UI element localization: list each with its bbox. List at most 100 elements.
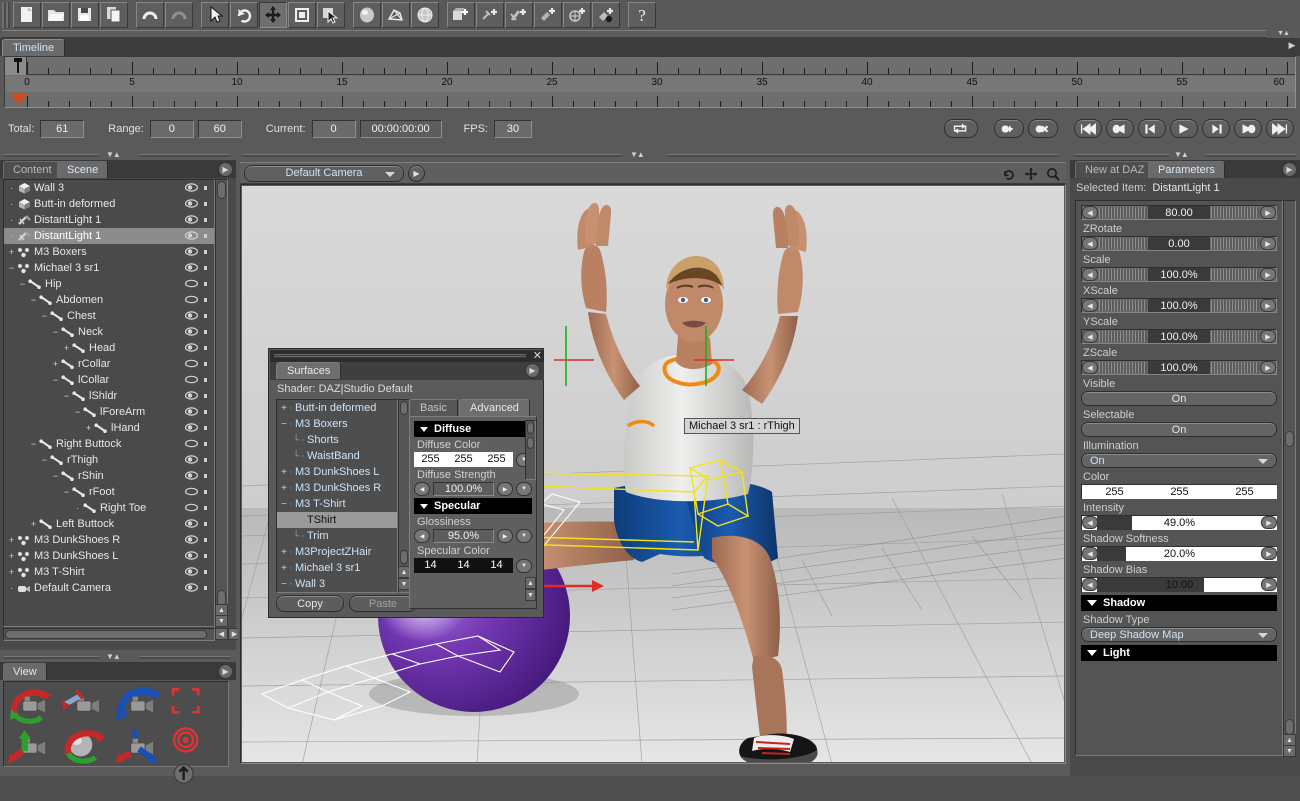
- scene-tree-item[interactable]: − rShin: [4, 468, 214, 484]
- slider-decrement-icon[interactable]: ◀: [1082, 516, 1098, 529]
- parameter-value[interactable]: 80.00: [1148, 206, 1210, 219]
- surfaces-tree[interactable]: + · Butt-in deformed − · M3 Boxers └ · Shorts └ · W…: [276, 399, 398, 593]
- tree-expander-icon[interactable]: +: [7, 535, 16, 545]
- parameter-slider-bar[interactable]: ◀ 10.00 ▶: [1081, 577, 1277, 592]
- slider-track-right[interactable]: [1211, 300, 1259, 311]
- parameter-value[interactable]: 100.0%: [1148, 361, 1210, 374]
- scale-tool-button[interactable]: [288, 2, 316, 28]
- parameter-value[interactable]: 100.0%: [1148, 299, 1210, 312]
- eye-open-icon[interactable]: [184, 343, 199, 352]
- scene-tree-item[interactable]: − Hip: [4, 276, 214, 292]
- scene-tree-item[interactable]: − lForeArm: [4, 404, 214, 420]
- surface-tree-item[interactable]: └·cube1_auv: [277, 592, 397, 593]
- aim-camera-button[interactable]: [170, 760, 216, 801]
- tab-new-at-daz[interactable]: New at DAZ: [1075, 161, 1155, 178]
- previous-frame-button[interactable]: [1138, 119, 1166, 138]
- scene-tree-item[interactable]: · DistantLight 1: [4, 212, 214, 228]
- texture-shaded-button[interactable]: [411, 2, 439, 28]
- view-panel-drag-handle[interactable]: ▼▲: [0, 652, 236, 662]
- visibility-toggle[interactable]: [184, 439, 199, 451]
- eye-closed-icon[interactable]: [184, 503, 199, 512]
- tree-expander-icon[interactable]: ·: [7, 199, 16, 209]
- tree-expander-icon[interactable]: −: [73, 407, 82, 417]
- slider-decrement-icon[interactable]: ◀: [414, 482, 430, 496]
- tab-scene[interactable]: Scene: [57, 161, 109, 178]
- slider-dropdown-icon[interactable]: ▼: [516, 529, 532, 543]
- surface-tree-item[interactable]: + · M3ProjectZHair: [277, 544, 397, 560]
- surface-tree-item[interactable]: − · M3 Boxers: [277, 416, 397, 432]
- tree-expander-icon[interactable]: +: [7, 247, 16, 257]
- param-dot-icon[interactable]: [204, 266, 207, 270]
- tree-expander-icon[interactable]: ·: [7, 231, 16, 241]
- tree-expander-icon[interactable]: └: [291, 531, 301, 542]
- translate-tool-button[interactable]: [259, 2, 287, 28]
- select-tool-button[interactable]: [201, 2, 229, 28]
- eye-open-icon[interactable]: [184, 199, 199, 208]
- rotate-tool-button[interactable]: [230, 2, 258, 28]
- play-button[interactable]: [1170, 119, 1198, 138]
- surface-tree-item[interactable]: + · M3 DunkShoes L: [277, 464, 397, 480]
- slider-decrement-icon[interactable]: ◀: [1082, 299, 1098, 312]
- parameter-toggle-button[interactable]: On: [1081, 391, 1277, 406]
- slider-increment-icon[interactable]: ▶: [1261, 516, 1277, 529]
- scene-tree-item[interactable]: − Abdomen: [4, 292, 214, 308]
- slider-increment-icon[interactable]: ▶: [1260, 361, 1276, 374]
- visibility-toggle[interactable]: [184, 471, 199, 483]
- add-primitive-button[interactable]: [447, 2, 475, 28]
- tree-expander-icon[interactable]: −: [7, 263, 16, 273]
- add-keyframe-button[interactable]: [994, 119, 1024, 138]
- eye-open-icon[interactable]: [184, 455, 199, 464]
- surfaces-properties[interactable]: Diffuse Diffuse Color 255 255 255 ▼ Diffuse St…: [409, 416, 537, 609]
- parameter-group-header[interactable]: Shadow: [1081, 595, 1277, 611]
- scene-tree-item[interactable]: · Default Camera: [4, 580, 214, 596]
- param-dot-icon[interactable]: [204, 346, 207, 350]
- parameter-slider-bar[interactable]: ◀ 20.0% ▶: [1081, 546, 1277, 561]
- wire-shaded-button[interactable]: [382, 2, 410, 28]
- slider-track-right[interactable]: [1211, 269, 1259, 280]
- surfaces-props-scroll-up-icon[interactable]: ▲: [525, 577, 536, 589]
- add-camera-button[interactable]: [563, 2, 591, 28]
- tree-expander-icon[interactable]: −: [40, 311, 49, 321]
- scene-tree-item[interactable]: + M3 DunkShoes R: [4, 532, 214, 548]
- tab-view[interactable]: View: [3, 663, 47, 680]
- add-spotlight-button[interactable]: [534, 2, 562, 28]
- scene-tree-item[interactable]: − Chest: [4, 308, 214, 324]
- parameter-slider[interactable]: ◀ 100.0% ▶: [1081, 298, 1277, 313]
- tree-expander-icon[interactable]: −: [62, 391, 71, 401]
- pan-camera-button[interactable]: [62, 686, 108, 727]
- visibility-toggle[interactable]: [184, 359, 199, 371]
- tree-expander-icon[interactable]: +: [84, 423, 93, 433]
- eye-open-icon[interactable]: [184, 407, 199, 416]
- tab-basic[interactable]: Basic: [409, 399, 458, 416]
- toolbar-grip[interactable]: [2, 2, 10, 28]
- surface-slider-value[interactable]: 95.0%: [433, 529, 494, 543]
- parameters-scroll-down-icon[interactable]: ▼: [1283, 745, 1296, 757]
- viewport-drag-handle[interactable]: ▼▲: [238, 150, 1068, 160]
- tree-expander-icon[interactable]: +: [62, 343, 71, 353]
- go-to-start-button[interactable]: [1074, 119, 1102, 138]
- scene-tree-item[interactable]: + lHand: [4, 420, 214, 436]
- parameter-slider[interactable]: ◀ 80.00 ▶: [1081, 205, 1277, 220]
- eye-closed-icon[interactable]: [184, 375, 199, 384]
- visibility-toggle[interactable]: [184, 199, 199, 211]
- scene-tree-item[interactable]: · Butt-in deformed: [4, 196, 214, 212]
- slider-increment-icon[interactable]: ▶: [1261, 547, 1277, 560]
- scene-tree-item[interactable]: · Wall 3: [4, 180, 214, 196]
- tree-expander-icon[interactable]: −: [29, 295, 38, 305]
- tree-expander-icon[interactable]: +: [279, 547, 289, 558]
- slider-dropdown-icon[interactable]: ▼: [516, 482, 532, 496]
- eye-open-icon[interactable]: [184, 215, 199, 224]
- param-dot-icon[interactable]: [204, 538, 207, 542]
- sphere-orbit-button[interactable]: [62, 728, 108, 769]
- scene-tab-options-icon[interactable]: ▶: [218, 162, 233, 177]
- tab-advanced[interactable]: Advanced: [459, 399, 530, 416]
- tree-expander-icon[interactable]: ·: [7, 583, 16, 593]
- param-dot-icon[interactable]: [204, 362, 207, 366]
- visibility-toggle[interactable]: [184, 487, 199, 499]
- copy-scene-button[interactable]: [100, 2, 128, 28]
- visibility-toggle[interactable]: [184, 375, 199, 387]
- new-scene-button[interactable]: [13, 2, 41, 28]
- slider-track-right[interactable]: [1211, 331, 1259, 342]
- parameter-combobox[interactable]: Deep Shadow Map: [1081, 627, 1277, 642]
- slider-decrement-icon[interactable]: ◀: [1082, 361, 1098, 374]
